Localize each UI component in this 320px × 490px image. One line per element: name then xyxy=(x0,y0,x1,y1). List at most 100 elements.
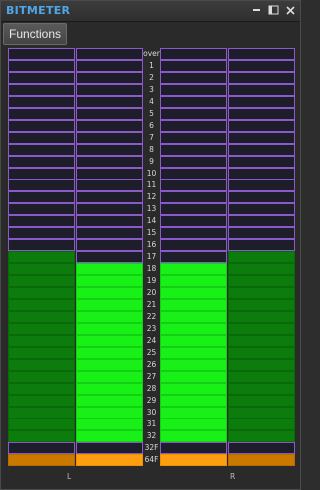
bit-label: 24 xyxy=(146,336,157,345)
right-bit-cell xyxy=(160,144,227,156)
left-bit-cell xyxy=(8,108,75,120)
right-bit-cell xyxy=(160,203,227,215)
left-bit-cell xyxy=(8,179,75,191)
right-bit-cell xyxy=(228,311,295,323)
functions-menu-button[interactable]: Functions xyxy=(3,23,68,45)
right-bit-cell xyxy=(160,96,227,108)
right-bit-cell xyxy=(228,371,295,383)
bit-label: 20 xyxy=(146,288,157,297)
right-bit-cell xyxy=(160,191,227,203)
meter-row: 32 xyxy=(6,430,295,442)
right-bit-cell xyxy=(160,156,227,168)
left-bit-cell xyxy=(8,311,75,323)
right-bit-cell xyxy=(228,144,295,156)
left-bit-cell xyxy=(76,215,143,227)
left-bit-cell xyxy=(8,359,75,371)
right-bit-cell xyxy=(228,132,295,144)
bit-label: 27 xyxy=(146,372,157,381)
right-bit-cell xyxy=(160,239,227,251)
right-bit-cell xyxy=(160,60,227,72)
right-bit-cell xyxy=(160,359,227,371)
bit-label: 25 xyxy=(146,348,157,357)
window-title: BITMETER xyxy=(6,4,71,17)
left-bit-cell xyxy=(76,395,143,407)
right-bit-cell xyxy=(228,203,295,215)
right-bit-cell xyxy=(228,179,295,191)
left-bit-cell xyxy=(8,215,75,227)
left-bit-cell xyxy=(76,311,143,323)
left-bit-cell xyxy=(76,335,143,347)
right-bit-cell xyxy=(228,48,295,60)
meter-row: 2 xyxy=(6,72,295,84)
bit-label: 5 xyxy=(149,109,154,118)
right-bit-cell xyxy=(228,84,295,96)
left-bit-cell xyxy=(76,383,143,395)
left-bit-cell xyxy=(8,418,75,430)
meter-row: 26 xyxy=(6,359,295,371)
bit-label: 31 xyxy=(146,419,157,428)
left-bit-cell xyxy=(76,418,143,430)
bit-label: 22 xyxy=(146,312,157,321)
right-bit-cell xyxy=(228,347,295,359)
left-bit-cell xyxy=(76,48,143,60)
bit-label: 13 xyxy=(146,204,157,213)
meter-row: 23 xyxy=(6,323,295,335)
meter-row: 27 xyxy=(6,371,295,383)
left-bit-cell xyxy=(8,144,75,156)
left-bit-cell xyxy=(76,371,143,383)
left-bit-cell xyxy=(76,191,143,203)
left-bit-cell xyxy=(8,383,75,395)
bit-label: 3 xyxy=(149,85,154,94)
left-bit-cell xyxy=(8,156,75,168)
right-bit-cell xyxy=(160,120,227,132)
meter-row: 24 xyxy=(6,335,295,347)
meter-row: 22 xyxy=(6,311,295,323)
window-controls xyxy=(251,4,296,16)
right-bit-cell xyxy=(160,84,227,96)
right-bit-cell xyxy=(160,395,227,407)
left-bit-cell xyxy=(76,454,143,466)
right-bit-cell xyxy=(160,263,227,275)
left-bit-cell xyxy=(76,179,143,191)
bit-label: 16 xyxy=(146,240,157,249)
left-bit-cell xyxy=(8,299,75,311)
bit-label: 14 xyxy=(146,216,157,225)
left-bit-cell xyxy=(76,96,143,108)
right-bit-cell xyxy=(160,418,227,430)
meter-row: 4 xyxy=(6,96,295,108)
meter-row: 11 xyxy=(6,179,295,191)
meter-row: 25 xyxy=(6,347,295,359)
bit-label: 2 xyxy=(149,73,154,82)
right-bit-cell xyxy=(228,96,295,108)
left-bit-cell xyxy=(8,287,75,299)
left-bit-cell xyxy=(76,144,143,156)
bit-label: 29 xyxy=(146,396,157,405)
bit-label: 21 xyxy=(146,300,157,309)
right-bit-cell xyxy=(228,263,295,275)
right-bit-cell xyxy=(228,287,295,299)
title-bar[interactable]: BITMETER xyxy=(1,1,300,22)
right-bit-cell xyxy=(160,299,227,311)
right-bit-cell xyxy=(160,323,227,335)
left-bit-cell xyxy=(8,72,75,84)
meter-row: 13 xyxy=(6,203,295,215)
left-bit-cell xyxy=(76,299,143,311)
meter-row: 5 xyxy=(6,108,295,120)
right-bit-cell xyxy=(228,60,295,72)
left-bit-cell xyxy=(8,275,75,287)
minimize-icon[interactable] xyxy=(251,4,262,16)
right-bit-cell xyxy=(228,418,295,430)
right-bit-cell xyxy=(160,227,227,239)
left-bit-cell xyxy=(76,430,143,442)
meter-row: 7 xyxy=(6,132,295,144)
right-bit-cell xyxy=(228,72,295,84)
left-bit-cell xyxy=(8,96,75,108)
left-bit-cell xyxy=(8,60,75,72)
right-bit-cell xyxy=(228,359,295,371)
right-bit-cell xyxy=(228,156,295,168)
layout-icon[interactable] xyxy=(268,4,279,16)
left-bit-cell xyxy=(8,251,75,263)
right-bit-cell xyxy=(228,335,295,347)
menu-bar: Functions xyxy=(1,22,300,45)
close-icon[interactable] xyxy=(285,4,296,16)
